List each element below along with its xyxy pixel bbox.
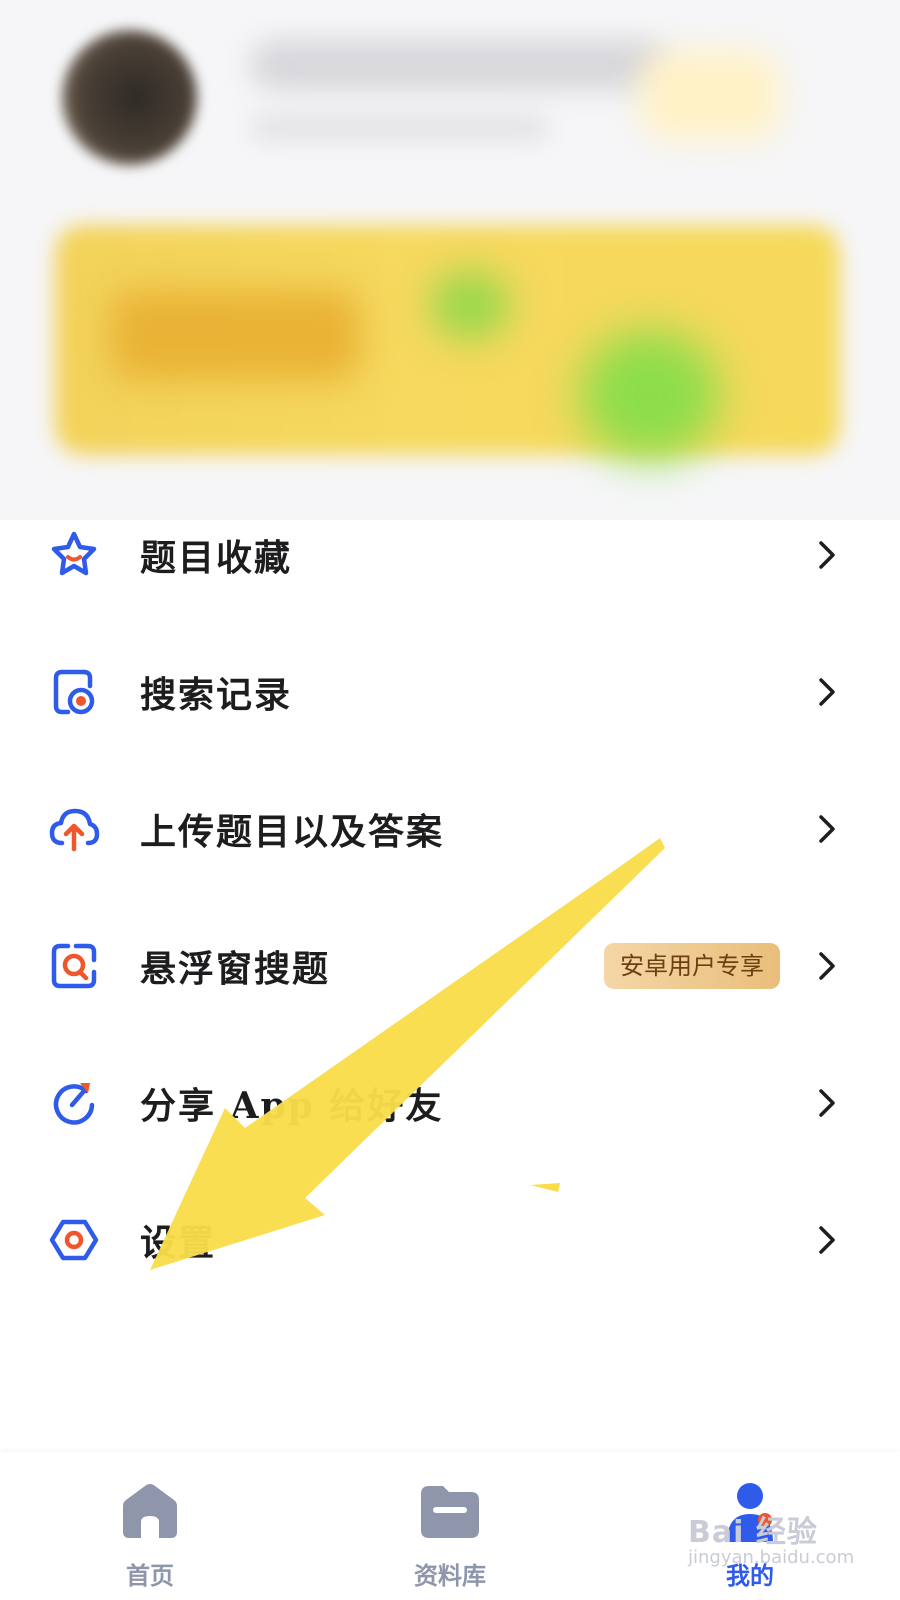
watermark-main: Bai 经验 (688, 1515, 818, 1550)
settings-icon (49, 1219, 99, 1261)
watermark-url: jingyan.baidu.com (688, 1547, 855, 1568)
search-history-icon (53, 669, 95, 715)
star-icon (51, 531, 97, 576)
banner-graphic (110, 290, 360, 380)
menu-item-search-history[interactable]: 搜索记录 (0, 632, 900, 752)
chevron-right-icon (819, 952, 835, 980)
avatar[interactable] (62, 30, 197, 165)
menu-item-label: 分享 App 给好友 (140, 1085, 444, 1127)
floating-window-search-icon (51, 943, 97, 989)
nav-item-library[interactable]: 资料库 (350, 1452, 550, 1600)
menu-item-upload[interactable]: 上传题目以及答案 (0, 769, 900, 889)
blurred-subtitle (250, 115, 550, 141)
menu-item-floating-search[interactable]: 悬浮窗搜题 安卓用户专享 (0, 906, 900, 1026)
menu-item-label: 上传题目以及答案 (140, 811, 445, 853)
menu-item-label: 题目收藏 (140, 537, 293, 579)
banner-graphic (580, 330, 720, 460)
menu-item-label: 设置 (140, 1222, 217, 1264)
share-icon (53, 1083, 95, 1125)
chevron-right-icon (819, 1226, 835, 1254)
folder-icon (421, 1486, 479, 1538)
nav-item-home[interactable]: 首页 (50, 1452, 250, 1600)
chevron-right-icon (819, 678, 835, 706)
blurred-vip-badge[interactable] (640, 50, 780, 140)
chevron-right-icon (819, 815, 835, 843)
cloud-upload-icon (49, 808, 100, 852)
menu-item-label: 搜索记录 (140, 674, 293, 716)
baidu-jingyan-watermark: Bai 经验 jingyan.baidu.com (688, 1507, 888, 1577)
menu-item-favorites[interactable]: 题目收藏 (0, 495, 900, 615)
blurred-username (250, 40, 670, 90)
menu-item-label: 悬浮窗搜题 (140, 948, 331, 990)
nav-label: 资料库 (414, 1561, 486, 1590)
android-exclusive-badge: 安卓用户专享 (604, 943, 780, 989)
chevron-right-icon (819, 1089, 835, 1117)
menu-item-share[interactable]: 分享 App 给好友 (0, 1043, 900, 1163)
home-icon (123, 1484, 177, 1538)
nav-label: 首页 (126, 1561, 174, 1590)
menu-item-settings[interactable]: 设置 (0, 1180, 900, 1300)
chevron-right-icon (819, 541, 835, 569)
profile-header (0, 0, 900, 520)
banner-graphic (430, 270, 510, 340)
